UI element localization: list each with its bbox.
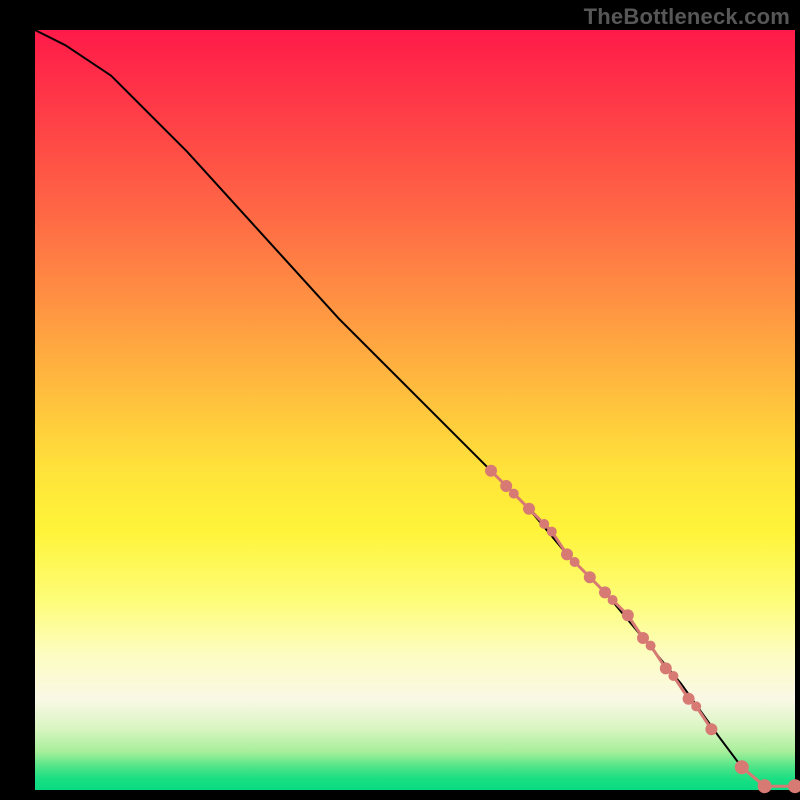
bead-marker bbox=[735, 760, 749, 774]
bead-marker bbox=[691, 701, 701, 711]
bead-marker bbox=[547, 527, 557, 537]
bead-marker bbox=[646, 641, 656, 651]
curve-line bbox=[35, 30, 795, 786]
bead-marker bbox=[539, 519, 549, 529]
chart-svg bbox=[35, 30, 795, 790]
bead-marker bbox=[758, 779, 772, 793]
bead-marker bbox=[668, 671, 678, 681]
chart-frame: TheBottleneck.com bbox=[0, 0, 800, 800]
watermark-text: TheBottleneck.com bbox=[584, 4, 790, 30]
bead-marker bbox=[705, 723, 717, 735]
bead-markers bbox=[485, 465, 800, 793]
bead-marker bbox=[622, 609, 634, 621]
bead-marker bbox=[485, 465, 497, 477]
bead-marker bbox=[584, 571, 596, 583]
bead-marker bbox=[608, 595, 618, 605]
bead-marker bbox=[509, 489, 519, 499]
bead-marker bbox=[788, 779, 800, 793]
bead-marker bbox=[523, 503, 535, 515]
plot-area bbox=[35, 30, 795, 790]
bead-marker bbox=[570, 557, 580, 567]
